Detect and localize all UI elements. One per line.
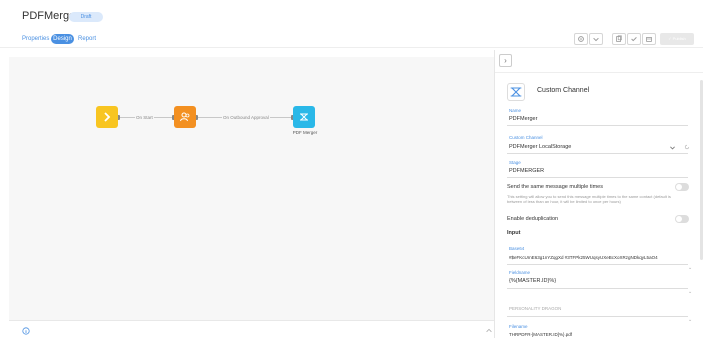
validate-button[interactable] <box>627 33 641 45</box>
tab-properties[interactable]: Properties <box>22 34 49 44</box>
check-icon <box>631 37 637 42</box>
start-node[interactable] <box>96 106 118 128</box>
input-section-title: Input <box>507 230 521 236</box>
info-icon[interactable] <box>22 327 30 335</box>
connection-label: On Start <box>135 115 154 120</box>
copy-button[interactable] <box>612 33 626 45</box>
input-field[interactable]: #$eFKcUrnE63g1nYZqgXd #3TFPk25WUqsyUXeBc… <box>509 255 658 260</box>
chevron-down-icon <box>593 37 599 42</box>
status-badge: Draft <box>69 12 103 22</box>
chevron-up-icon[interactable] <box>485 327 493 335</box>
refresh-icon[interactable] <box>684 144 690 150</box>
settings-button[interactable] <box>574 33 588 45</box>
send-multiple-help: This setting will allow you to send this… <box>507 194 671 204</box>
name-label: Name <box>509 108 522 113</box>
panel-divider <box>495 72 703 73</box>
connection-label: On Outbound Approval <box>222 115 270 120</box>
app-header: PDFMerger Draft <box>0 0 703 30</box>
input-label: Fieldname <box>509 270 531 275</box>
properties-panel: › Custom Channel Name PDFMerger Custom C… <box>494 50 703 338</box>
custom-channel-label: Custom Channel <box>509 135 543 140</box>
field-underline <box>507 177 688 178</box>
canvas-footer <box>9 320 494 338</box>
custom-channel-icon <box>510 87 522 97</box>
input-label: Base64 <box>509 246 525 251</box>
input-label: Filename <box>509 324 528 329</box>
send-multiple-toggle[interactable] <box>675 183 689 191</box>
deduplication-label: Enable deduplication <box>507 216 559 222</box>
field-underline <box>507 316 688 317</box>
name-field[interactable]: PDFMerger <box>509 116 537 122</box>
review-node[interactable] <box>174 106 196 128</box>
custom-channel-icon <box>300 113 308 121</box>
custom-channel-select[interactable]: PDFMerger LocalStorage <box>509 144 571 150</box>
field-underline <box>507 264 688 265</box>
settings-dropdown-button[interactable] <box>589 33 603 45</box>
input-field[interactable]: {%{MASTER.ID}%} <box>509 278 556 284</box>
calendar-icon <box>646 37 652 42</box>
tab-report[interactable]: Report <box>78 34 96 44</box>
expand-icon[interactable]: ⌄ <box>688 265 692 271</box>
settings-icon <box>578 36 584 42</box>
node-caption: PDF Merger <box>292 130 318 135</box>
input-label: PERSONALITY DRAGON <box>509 306 562 311</box>
stage-label: Stage <box>509 160 521 165</box>
field-underline <box>507 153 688 154</box>
collapse-panel-button[interactable]: › <box>499 54 512 67</box>
users-icon <box>180 112 190 122</box>
schedule-button[interactable] <box>642 33 656 45</box>
field-underline <box>507 288 688 289</box>
field-underline <box>507 125 688 126</box>
chevron-right-icon <box>104 112 111 122</box>
copy-icon <box>616 35 622 42</box>
deduplication-toggle[interactable] <box>675 215 689 223</box>
channel-type-icon <box>507 83 525 101</box>
input-field[interactable]: THRPDFR-[MASTER.ID]%}.pdf <box>509 332 572 337</box>
channel-title: Custom Channel <box>537 87 590 94</box>
chevron-down-icon[interactable] <box>669 144 676 151</box>
workflow-canvas[interactable] <box>9 57 494 320</box>
tab-design[interactable]: Design <box>51 34 74 44</box>
stage-field[interactable]: PDFMERGER <box>509 168 544 174</box>
expand-icon[interactable]: ⌄ <box>688 317 692 323</box>
custom-channel-node[interactable] <box>293 106 315 128</box>
send-multiple-label: Send the same message multiple times <box>507 184 603 190</box>
publish-button[interactable]: ✓ Publish <box>660 33 694 45</box>
expand-icon[interactable]: ⌄ <box>688 289 692 295</box>
